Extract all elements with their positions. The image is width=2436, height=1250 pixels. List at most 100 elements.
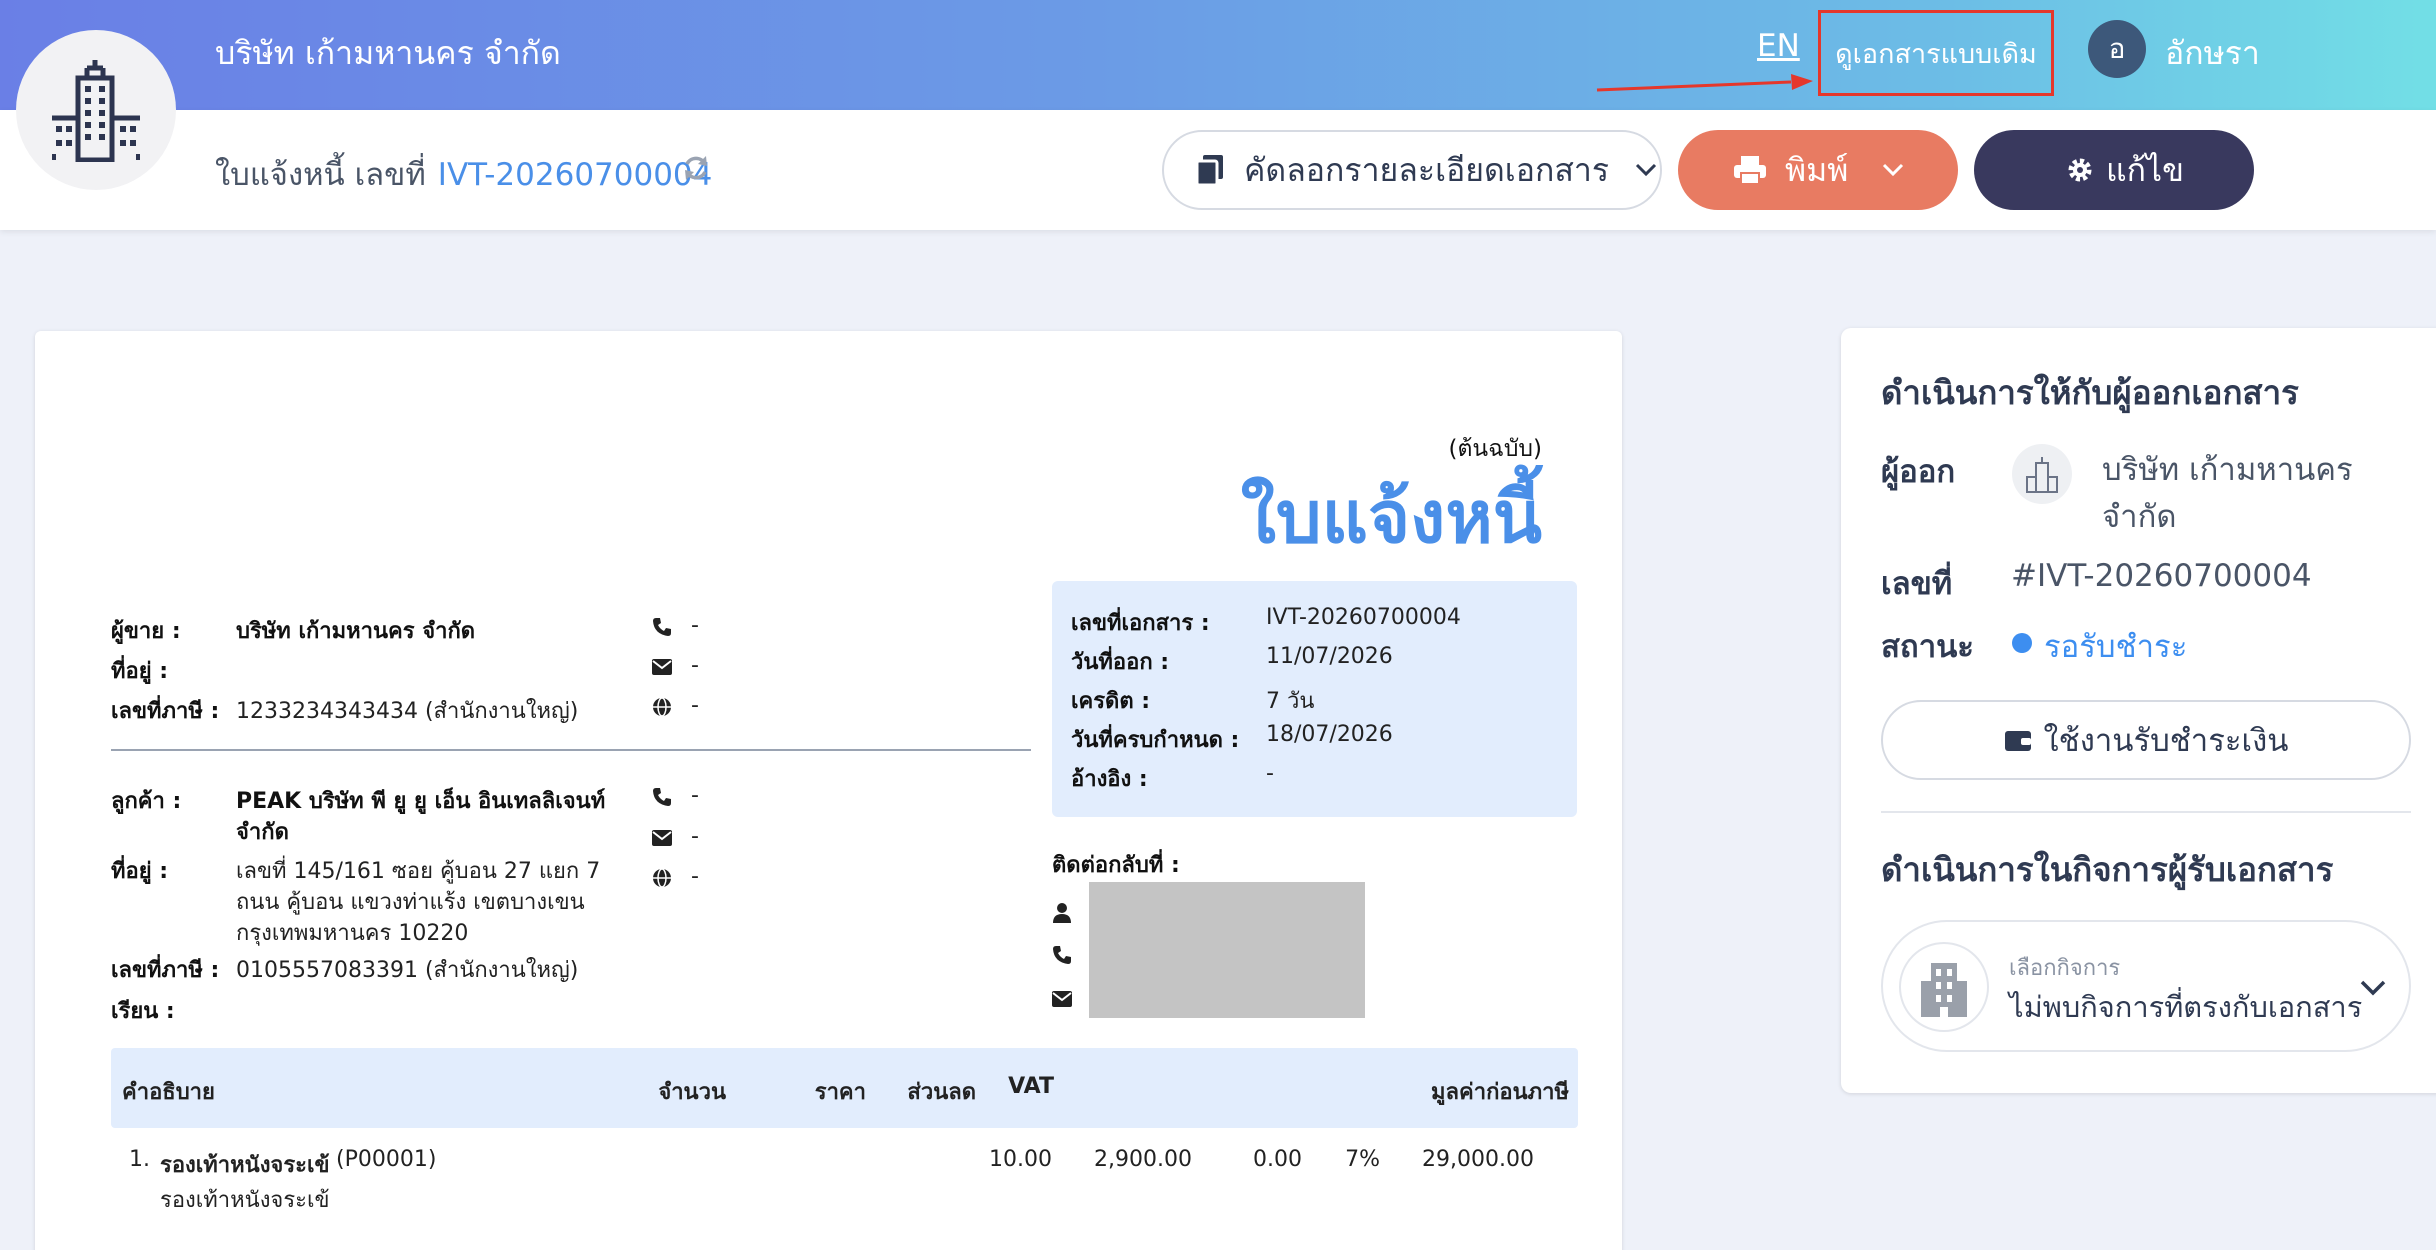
status-label: สถานะ [1881,629,1974,665]
col-vat: VAT [1008,1074,1054,1099]
business-select-value: ไม่พบกิจการที่ตรงกับเอกสาร [2009,990,2363,1024]
avatar[interactable]: อ [2088,20,2146,78]
seller-label: ผู้ขาย : [111,619,181,644]
copy-details-label: คัดลอกรายละเอียดเอกสาร [1244,150,1609,189]
seller-address-label: ที่อยู่ : [111,659,169,684]
chevron-down-icon [2360,980,2386,996]
credit-value: 7 วัน [1266,689,1315,714]
building-icon [1921,963,1967,1017]
print-button[interactable]: พิมพ์ [1678,130,1958,210]
legacy-view-link[interactable]: ดูเอกสารแบบเดิม [1818,10,2054,96]
row-item-description: รองเท้าหนังจระเข้ [160,1188,330,1213]
mail-icon [652,830,672,846]
printer-icon [1734,156,1766,185]
receive-payment-button[interactable]: ใช้งานรับชำระเงิน [1881,700,2411,780]
credit-label: เครดิต : [1071,689,1151,714]
row-discount: 0.00 [1253,1147,1302,1172]
issuer-avatar [2012,444,2072,504]
row-quantity: 10.00 [989,1147,1052,1172]
document-preview: (ต้นฉบับ) ใบแจ้งหนี้ ผู้ขาย : บริษัท เก้… [35,331,1622,1250]
refresh-icon[interactable] [680,152,712,184]
number-value: #IVT-20260700004 [2011,558,2312,594]
items-table-header: คำอธิบาย จำนวน ราคา ส่วนลด VAT มูลค่าก่อ… [111,1048,1578,1128]
wallet-icon [2004,731,2031,751]
doc-no-value: IVT-20260700004 [1266,605,1461,630]
language-switch-link[interactable]: EN [1757,28,1800,64]
status-dot [2012,633,2032,653]
col-description: คำอธิบาย [122,1080,215,1105]
doc-title-label: ใบแจ้งหนี้ เลขที่ [215,157,426,193]
col-price: ราคา [814,1080,866,1105]
edit-label: แก้ไข [2106,150,2184,189]
reference-value: - [1266,761,1274,786]
issuer-name-line2: จำกัด [2102,499,2177,535]
print-label: พิมพ์ [1785,150,1849,189]
row-index: 1. [129,1147,150,1172]
customer-web: - [691,864,699,889]
row-amount: 29,000.00 [1422,1147,1534,1172]
globe-icon [653,868,671,888]
customer-email: - [691,824,699,849]
seller-web: - [691,693,699,718]
col-pretax-amount: มูลค่าก่อนภาษี [1431,1080,1569,1105]
chevron-down-icon [1883,163,1904,177]
redacted-contact-block [1089,882,1365,1018]
phone-icon [1053,946,1071,964]
chevron-down-icon [1635,163,1657,177]
building-icon [2026,457,2058,493]
business-select[interactable]: เลือกกิจการ ไม่พบกิจการที่ตรงกับเอกสาร [1881,920,2411,1052]
row-item-name: รองเท้าหนังจระเข้ [160,1153,330,1178]
doc-number: IVT-20260700004 [437,157,713,193]
gear-icon [2068,158,2092,182]
copy-icon [1195,155,1223,187]
business-avatar [1899,942,1989,1032]
user-name[interactable]: อักษรา [2165,28,2260,79]
mail-icon [652,659,672,675]
col-discount: ส่วนลด [907,1080,976,1105]
contact-label: ติดต่อกลับที่ : [1052,853,1180,878]
reference-label: อ้างอิง : [1071,767,1148,792]
seller-tax-label: เลขที่ภาษี : [111,699,220,724]
arrow-icon [1596,74,1813,92]
receiver-heading: ดำเนินการในกิจการผู้รับเอกสาร [1881,850,2334,889]
customer-address-line1: เลขที่ 145/161 ซอย คู้บอน 27 แยก 7 [236,859,601,884]
issue-date-value: 11/07/2026 [1266,644,1393,669]
company-logo[interactable] [16,30,176,190]
customer-attn-label: เรียน : [111,999,175,1024]
phone-icon [653,618,671,636]
doc-no-label: เลขที่เอกสาร : [1071,611,1210,636]
customer-label: ลูกค้า : [111,789,182,814]
receive-payment-label: ใช้งานรับชำระเงิน [2043,723,2289,759]
edit-button[interactable]: แก้ไข [1974,130,2254,210]
issuer-name-line1: บริษัท เก้ามหานคร [2102,452,2353,488]
document-info-box: เลขที่เอกสาร : IVT-20260700004 วันที่ออก… [1052,581,1577,817]
customer-address-label: ที่อยู่ : [111,859,169,884]
side-panel: ดำเนินการให้กับผู้ออกเอกสาร ผู้ออก บริษั… [1841,328,2436,1093]
col-quantity: จำนวน [658,1080,726,1105]
row-vat: 7% [1345,1147,1380,1172]
top-header: บริษัท เก้ามหานคร จำกัด EN ดูเอกสารแบบเด… [0,0,2436,110]
copy-details-button[interactable]: คัดลอกรายละเอียดเอกสาร [1162,130,1662,210]
number-label: เลขที่ [1881,566,1953,602]
seller-name: บริษัท เก้ามหานคร จำกัด [236,619,476,644]
row-price: 2,900.00 [1094,1147,1192,1172]
user-icon [1053,903,1071,923]
seller-tax-id: 1233234343434 (สำนักงานใหญ่) [236,699,579,724]
building-icon [52,60,140,162]
document-title: ใบแจ้งหนี้ [1240,475,1542,559]
divider [1881,811,2411,813]
issuer-label: ผู้ออก [1881,454,1956,490]
customer-phone: - [691,783,699,808]
issuer-heading: ดำเนินการให้กับผู้ออกเอกสาร [1881,373,2299,412]
customer-tax-id: 0105557083391 (สำนักงานใหญ่) [236,958,579,983]
due-date-label: วันที่ครบกำหนด : [1071,728,1240,753]
customer-address-line2: ถนน คู้บอน แขวงท่าแร้ง เขตบางเขน [236,890,585,915]
customer-address-line3: กรุงเทพมหานคร 10220 [236,921,469,946]
customer-name-line2: จำกัด [236,820,289,845]
seller-email: - [691,653,699,678]
customer-tax-label: เลขที่ภาษี : [111,958,220,983]
globe-icon [653,697,671,717]
business-select-label: เลือกกิจการ [2009,956,2121,981]
seller-phone: - [691,613,699,638]
issue-date-label: วันที่ออก : [1071,650,1170,675]
